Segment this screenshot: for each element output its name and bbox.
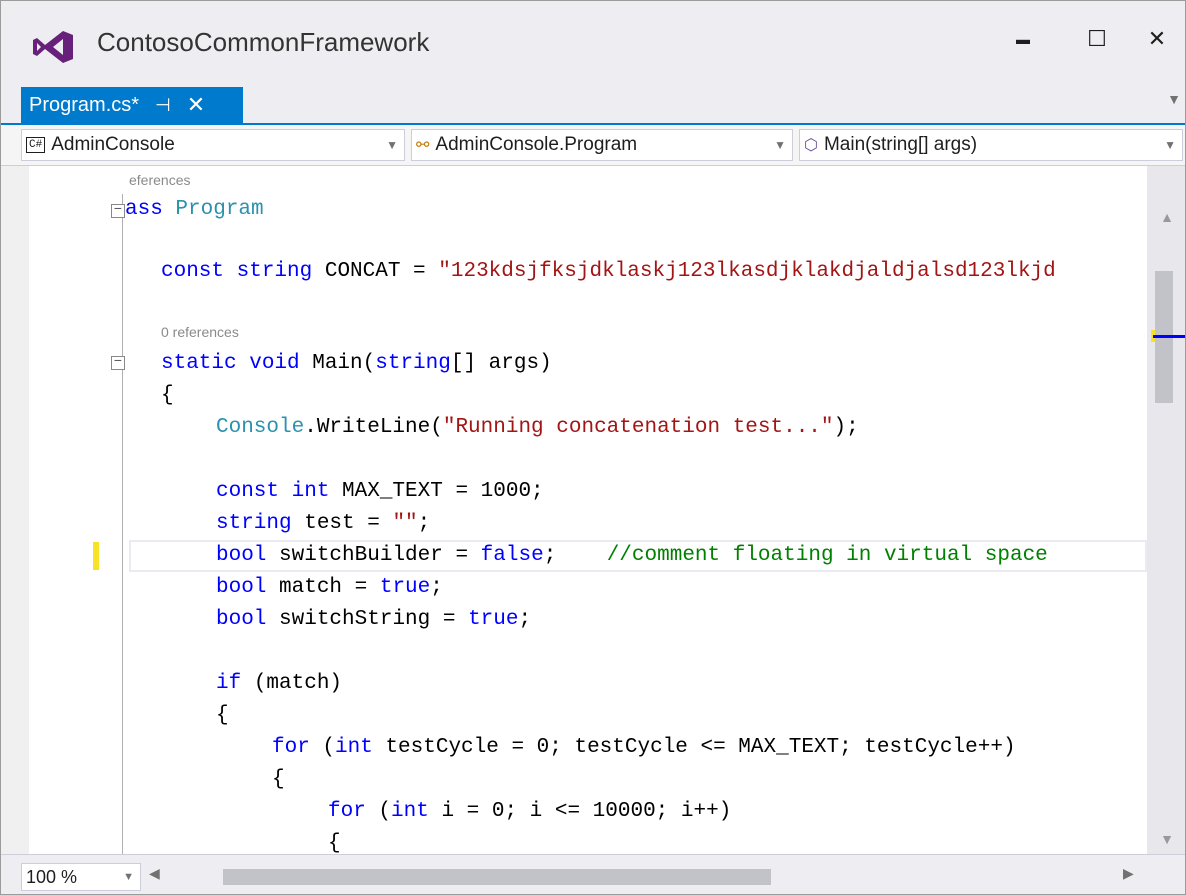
type-dropdown[interactable]: ⚯ AdminConsole.Program ▼ [411,129,793,161]
codelens-references[interactable]: 0 references [161,324,239,340]
collapse-main-icon[interactable]: − [111,355,125,370]
window-title: ContosoCommonFramework [97,27,430,57]
chevron-down-icon: ▼ [774,138,786,152]
tab-program-cs[interactable]: Program.cs* ⊣ ✕ [21,87,243,123]
zoom-dropdown[interactable]: 100 % ▼ [21,863,141,891]
outline-line [122,194,123,854]
project-name: AdminConsole [51,134,175,155]
code-editor[interactable]: − − eferences ass Program const string C… [1,166,1147,854]
maximize-icon: ☐ [1087,26,1107,51]
code-line-brace: { [272,768,285,791]
maximize-button[interactable]: ☐ [1075,19,1119,59]
code-line-brace: { [216,704,229,727]
change-marker [93,542,99,570]
code-line-brace: { [161,384,174,407]
code-line-class: ass Program [125,198,264,221]
document-tab-strip: Program.cs* ⊣ ✕ ▼ [1,87,1185,126]
horizontal-scroll-thumb[interactable] [223,869,771,885]
collapse-class-icon[interactable]: − [111,203,125,218]
code-line-for-outer: for (int testCycle = 0; testCycle <= MAX… [272,736,1016,759]
type-name: AdminConsole.Program [435,134,638,155]
code-line-match: bool match = true; [216,576,443,599]
indicator-margin [1,166,29,854]
code-line-test: string test = ""; [216,512,431,535]
scroll-down-icon[interactable]: ▼ [1147,831,1185,847]
code-line-switch-builder: bool switchBuilder = false; //comment fl… [216,544,1048,567]
pin-icon[interactable]: ⊣ [155,95,171,116]
ide-window: ContosoCommonFramework ▬ ☐ ✕ Program.cs*… [0,0,1186,895]
tab-close-icon[interactable]: ✕ [187,92,205,118]
title-bar: ContosoCommonFramework ▬ ☐ ✕ [1,1,1185,89]
visual-studio-logo [33,31,73,63]
csharp-project-icon: C# [26,137,46,153]
code-line-const: const string CONCAT = "123kdsjfksjdklask… [161,260,1056,283]
project-dropdown[interactable]: C# AdminConsole ▼ [21,129,405,161]
class-icon: ⚯ [416,137,430,154]
chevron-down-icon: ▼ [386,138,398,152]
scroll-right-icon[interactable]: ▶ [1123,865,1134,882]
method-icon: ⬡ [804,137,818,154]
minimize-button[interactable]: ▬ [1001,19,1045,59]
tab-label: Program.cs* [29,93,140,116]
vertical-scrollbar[interactable]: ÷ [1147,166,1185,854]
code-line-switch-string: bool switchString = true; [216,608,532,631]
scroll-left-icon[interactable]: ◀ [149,865,160,882]
code-line-console: Console.WriteLine("Running concatenation… [216,416,859,439]
navigation-bar: C# AdminConsole ▼ ⚯ AdminConsole.Program… [1,125,1185,166]
close-button[interactable]: ✕ [1135,19,1179,59]
member-name: Main(string[] args) [823,134,978,155]
codelens-references[interactable]: eferences [129,172,190,188]
editor-bottom-bar: 100 % ▼ ◀ ▶ [1,854,1185,894]
tab-overflow-icon[interactable]: ▼ [1167,91,1181,107]
code-line-main: static void Main(string[] args) [161,352,552,375]
code-line-max-text: const int MAX_TEXT = 1000; [216,480,544,503]
caret-map-marker [1153,335,1185,338]
scroll-up-icon[interactable]: ▲ [1147,209,1185,225]
chevron-down-icon: ▼ [123,871,134,883]
code-line-if: if (match) [216,672,343,695]
member-dropdown[interactable]: ⬡ Main(string[] args) ▼ [799,129,1183,161]
minimize-icon: ▬ [1016,31,1030,47]
code-line-brace: { [328,832,341,854]
chevron-down-icon: ▼ [1164,138,1176,152]
close-icon: ✕ [1147,26,1167,51]
code-line-for-inner: for (int i = 0; i <= 10000; i++) [328,800,732,823]
zoom-level: 100 % [26,866,78,887]
